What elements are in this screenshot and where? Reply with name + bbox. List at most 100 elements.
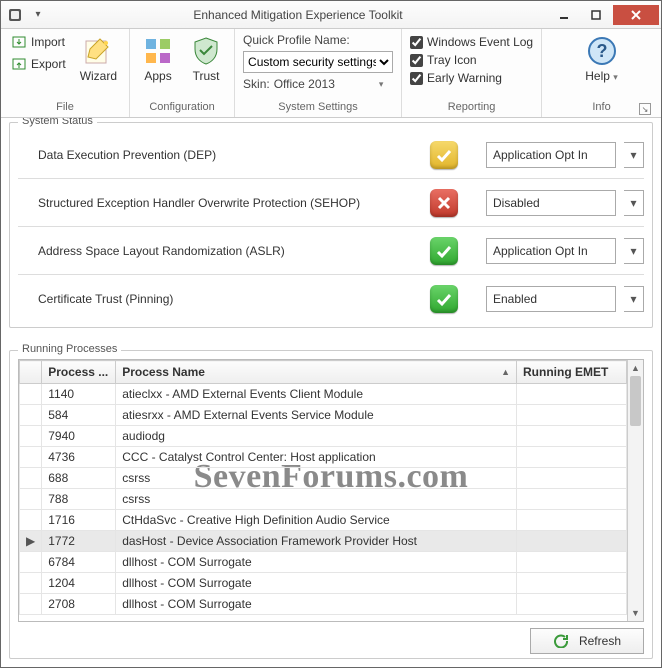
check-tray-icon-input[interactable] bbox=[410, 54, 423, 67]
import-icon bbox=[11, 34, 27, 50]
col-name[interactable]: Process Name▲ bbox=[116, 361, 517, 384]
group-configuration: Apps Trust Configuration bbox=[130, 29, 235, 117]
status-row: Structured Exception Handler Overwrite P… bbox=[18, 179, 644, 227]
wizard-button[interactable]: Wizard bbox=[76, 33, 121, 85]
row-indicator bbox=[20, 426, 42, 447]
group-reporting: Windows Event Log Tray Icon Early Warnin… bbox=[402, 29, 542, 117]
status-value-combo[interactable]: Application Opt In bbox=[486, 142, 616, 168]
status-value-combo[interactable]: Application Opt In bbox=[486, 238, 616, 264]
table-row[interactable]: 788csrss bbox=[20, 489, 627, 510]
table-row[interactable]: 1716CtHdaSvc - Creative High Definition … bbox=[20, 510, 627, 531]
group-info: ? Help ▾ Info ↘ bbox=[542, 29, 661, 117]
cell-name: atiesrxx - AMD External Events Service M… bbox=[116, 405, 517, 426]
export-button[interactable]: Export bbox=[9, 55, 68, 73]
table-row[interactable]: 584atiesrxx - AMD External Events Servic… bbox=[20, 405, 627, 426]
cell-name: atieclxx - AMD External Events Client Mo… bbox=[116, 384, 517, 405]
vertical-scrollbar[interactable]: ▲ ▼ bbox=[627, 360, 643, 621]
check-tray-icon[interactable]: Tray Icon bbox=[410, 53, 533, 67]
status-dropdown-button[interactable]: ▾ bbox=[624, 142, 644, 168]
status-label: Address Space Layout Randomization (ASLR… bbox=[18, 244, 422, 258]
quick-access-dropdown[interactable]: ▾ bbox=[29, 9, 47, 20]
table-row[interactable]: 688csrss bbox=[20, 468, 627, 489]
cell-name: CtHdaSvc - Creative High Definition Audi… bbox=[116, 510, 517, 531]
col-indicator[interactable] bbox=[20, 361, 42, 384]
check-event-log-label: Windows Event Log bbox=[427, 35, 533, 49]
table-row[interactable]: 2708dllhost - COM Surrogate bbox=[20, 594, 627, 615]
help-label: Help ▾ bbox=[585, 69, 618, 83]
table-row[interactable]: 6784dllhost - COM Surrogate bbox=[20, 552, 627, 573]
table-row[interactable]: 1140atieclxx - AMD External Events Clien… bbox=[20, 384, 627, 405]
cell-emet bbox=[517, 384, 627, 405]
table-row[interactable]: ▶1772dasHost - Device Association Framew… bbox=[20, 531, 627, 552]
cell-pid: 4736 bbox=[42, 447, 116, 468]
cell-emet bbox=[517, 405, 627, 426]
help-icon: ? bbox=[586, 35, 618, 67]
cell-name: audiodg bbox=[116, 426, 517, 447]
svg-text:?: ? bbox=[596, 41, 607, 61]
apps-button[interactable]: Apps bbox=[138, 33, 178, 85]
row-indicator bbox=[20, 405, 42, 426]
cell-pid: 1716 bbox=[42, 510, 116, 531]
system-status-legend: System Status bbox=[18, 118, 97, 127]
system-status-panel: System Status Data Execution Prevention … bbox=[9, 122, 653, 328]
export-icon bbox=[11, 56, 27, 72]
content-area: System Status Data Execution Prevention … bbox=[1, 118, 661, 667]
check-early-warning-input[interactable] bbox=[410, 72, 423, 85]
trust-button[interactable]: Trust bbox=[186, 33, 226, 85]
check-event-log[interactable]: Windows Event Log bbox=[410, 35, 533, 49]
row-indicator bbox=[20, 468, 42, 489]
close-button[interactable] bbox=[613, 5, 659, 25]
scroll-up-icon[interactable]: ▲ bbox=[628, 360, 643, 376]
group-file: Import Export Wizard File bbox=[1, 29, 130, 117]
row-indicator bbox=[20, 594, 42, 615]
col-pid[interactable]: Process ... bbox=[42, 361, 116, 384]
status-dropdown-button[interactable]: ▾ bbox=[624, 286, 644, 312]
row-indicator bbox=[20, 510, 42, 531]
cell-emet bbox=[517, 573, 627, 594]
col-emet[interactable]: Running EMET bbox=[517, 361, 627, 384]
group-reporting-label: Reporting bbox=[410, 99, 533, 117]
cell-pid: 688 bbox=[42, 468, 116, 489]
status-dropdown-button[interactable]: ▾ bbox=[624, 238, 644, 264]
cell-pid: 2708 bbox=[42, 594, 116, 615]
check-event-log-input[interactable] bbox=[410, 36, 423, 49]
table-row[interactable]: 7940audiodg bbox=[20, 426, 627, 447]
status-value-combo[interactable]: Disabled bbox=[486, 190, 616, 216]
minimize-button[interactable] bbox=[549, 5, 579, 25]
status-red-icon bbox=[430, 189, 458, 217]
cell-name: dllhost - COM Surrogate bbox=[116, 594, 517, 615]
check-early-warning-label: Early Warning bbox=[427, 71, 502, 85]
status-dropdown-button[interactable]: ▾ bbox=[624, 190, 644, 216]
info-dialog-launcher[interactable]: ↘ bbox=[639, 103, 651, 115]
skin-label: Skin: bbox=[243, 77, 270, 91]
cell-emet bbox=[517, 489, 627, 510]
refresh-label: Refresh bbox=[579, 634, 621, 648]
group-system-settings: Quick Profile Name: Custom security sett… bbox=[235, 29, 402, 117]
help-button[interactable]: ? Help ▾ bbox=[581, 33, 622, 85]
scroll-down-icon[interactable]: ▼ bbox=[628, 605, 643, 621]
scroll-thumb[interactable] bbox=[630, 376, 641, 426]
import-button[interactable]: Import bbox=[9, 33, 68, 51]
export-label: Export bbox=[31, 57, 66, 71]
cell-emet bbox=[517, 468, 627, 489]
cell-pid: 584 bbox=[42, 405, 116, 426]
wizard-icon bbox=[82, 35, 114, 67]
row-indicator bbox=[20, 447, 42, 468]
trust-icon bbox=[190, 35, 222, 67]
sort-asc-icon: ▲ bbox=[501, 367, 510, 377]
table-row[interactable]: 4736CCC - Catalyst Control Center: Host … bbox=[20, 447, 627, 468]
check-tray-icon-label: Tray Icon bbox=[427, 53, 477, 67]
refresh-button[interactable]: Refresh bbox=[530, 628, 644, 654]
skin-dropdown[interactable]: ▾ bbox=[379, 79, 384, 90]
maximize-button[interactable] bbox=[581, 5, 611, 25]
cell-pid: 1772 bbox=[42, 531, 116, 552]
check-early-warning[interactable]: Early Warning bbox=[410, 71, 533, 85]
cell-pid: 1140 bbox=[42, 384, 116, 405]
table-row[interactable]: 1204dllhost - COM Surrogate bbox=[20, 573, 627, 594]
quick-profile-select[interactable]: Custom security settings bbox=[243, 51, 393, 73]
group-config-label: Configuration bbox=[138, 99, 226, 117]
apps-icon bbox=[142, 35, 174, 67]
cell-emet bbox=[517, 531, 627, 552]
status-value-combo[interactable]: Enabled bbox=[486, 286, 616, 312]
status-amber-icon bbox=[430, 141, 458, 169]
